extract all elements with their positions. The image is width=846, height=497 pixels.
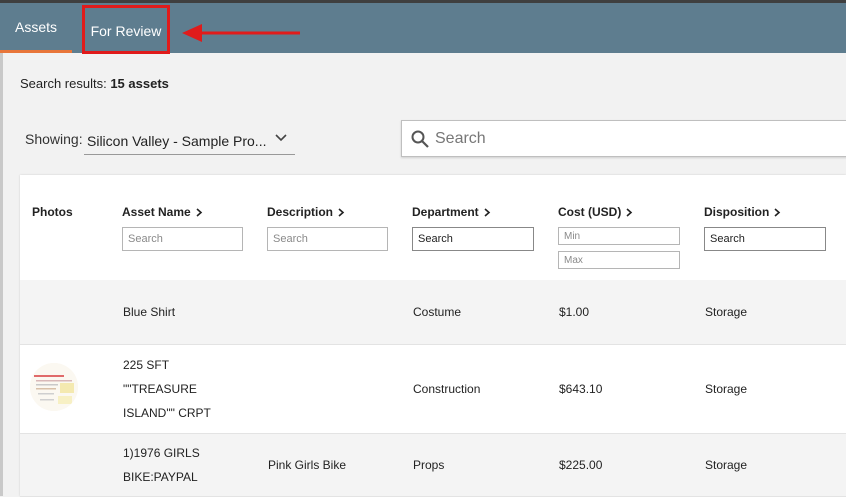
cost-max-filter[interactable] xyxy=(558,251,680,269)
disposition-cell: Storage xyxy=(705,382,748,396)
cost-min-filter[interactable] xyxy=(558,227,680,245)
asset-name-line: Blue Shirt xyxy=(123,305,176,319)
asset-name-cell: 1)1976 GIRLS BIKE:PAYPAL xyxy=(123,441,200,489)
department-cell: Construction xyxy=(413,382,481,396)
department-cell: Costume xyxy=(413,305,462,319)
disposition-cell: Storage xyxy=(705,458,748,472)
production-select-value: Silicon Valley - Sample Pro... xyxy=(87,133,267,149)
results-count: 15 assets xyxy=(110,76,169,91)
disposition-filter[interactable] xyxy=(704,227,826,251)
chevron-right-icon xyxy=(774,208,781,217)
col-cost[interactable]: Cost (USD) xyxy=(558,205,633,219)
tab-for-review[interactable]: For Review xyxy=(82,5,170,54)
col-department[interactable]: Department xyxy=(412,205,491,219)
showing-label: Showing: xyxy=(25,131,83,147)
chevron-down-icon xyxy=(275,134,287,142)
col-photos: Photos xyxy=(32,205,73,219)
left-arrow-icon xyxy=(182,24,300,42)
col-department-label: Department xyxy=(412,205,479,219)
description-filter[interactable] xyxy=(267,227,388,251)
table-header: Photos Asset Name Description Department… xyxy=(20,175,846,281)
search-icon xyxy=(411,130,429,148)
tab-assets[interactable]: Assets xyxy=(0,3,72,53)
col-photos-label: Photos xyxy=(32,205,73,219)
table-row[interactable]: 225 SFT ""TREASURE ISLAND"" CRPT Constru… xyxy=(20,345,846,434)
col-asset-name[interactable]: Asset Name xyxy=(122,205,203,219)
col-cost-label: Cost (USD) xyxy=(558,205,622,219)
asset-name-line: 225 SFT xyxy=(123,358,170,372)
col-disposition[interactable]: Disposition xyxy=(704,205,781,219)
asset-photo-thumbnail[interactable] xyxy=(30,363,78,411)
search-box[interactable] xyxy=(401,120,846,157)
description-cell: Pink Girls Bike xyxy=(268,458,347,472)
asset-name-cell: 225 SFT ""TREASURE ISLAND"" CRPT xyxy=(123,353,211,425)
cost-cell: $1.00 xyxy=(559,305,590,319)
chevron-right-icon xyxy=(338,208,345,217)
asset-name-filter[interactable] xyxy=(122,227,243,251)
asset-name-line: BIKE:PAYPAL xyxy=(123,470,198,484)
chevron-right-icon xyxy=(484,208,490,217)
department-filter[interactable] xyxy=(412,227,534,251)
table-row[interactable]: Blue Shirt Costume $1.00 Storage xyxy=(20,280,846,345)
disposition-cell: Storage xyxy=(705,305,748,319)
top-nav-bar: Assets For Review xyxy=(0,0,846,54)
asset-name-line: ""TREASURE xyxy=(123,382,197,396)
chevron-right-icon xyxy=(196,208,202,217)
asset-name-line: ISLAND"" CRPT xyxy=(123,406,211,420)
search-results-summary: Search results: 15 assets xyxy=(20,76,169,91)
table-row[interactable]: 1)1976 GIRLS BIKE:PAYPAL Pink Girls Bike… xyxy=(20,434,846,497)
results-prefix: Search results: xyxy=(20,76,107,91)
left-edge xyxy=(0,0,3,496)
chevron-right-icon xyxy=(626,208,633,217)
asset-name-line: 1)1976 GIRLS xyxy=(123,446,200,460)
col-asset-name-label: Asset Name xyxy=(122,205,191,219)
cost-cell: $643.10 xyxy=(559,382,603,396)
cost-cell: $225.00 xyxy=(559,458,603,472)
asset-name-cell: Blue Shirt xyxy=(123,300,175,324)
production-select[interactable]: Silicon Valley - Sample Pro... xyxy=(84,124,295,155)
document-thumbnail-icon xyxy=(30,363,78,411)
col-description[interactable]: Description xyxy=(267,205,345,219)
search-input[interactable] xyxy=(433,127,837,151)
department-cell: Props xyxy=(413,458,445,472)
col-disposition-label: Disposition xyxy=(704,205,770,219)
assets-table: Photos Asset Name Description Department… xyxy=(20,175,846,497)
col-description-label: Description xyxy=(267,205,334,219)
